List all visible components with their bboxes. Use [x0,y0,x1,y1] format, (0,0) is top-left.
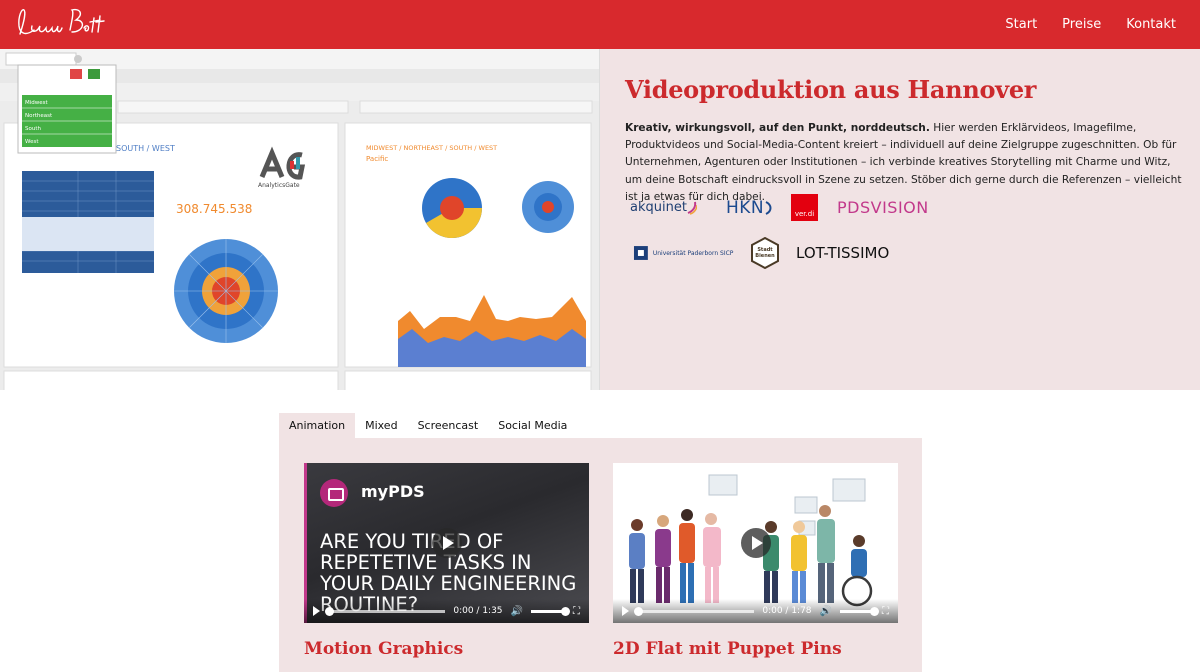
client-logos-row-2: Universität Paderborn SICP Stadt Bienen … [625,237,985,269]
client-logo-stadt-bienen: Stadt Bienen [750,237,780,269]
tab-panel-animation: myPDS ARE YOU TIRED OF REPETETIVE TASKS … [279,438,922,672]
volume-slider[interactable] [840,606,879,616]
client-akquinet-text: akquinet [630,200,687,215]
hkn-wave-icon [765,200,772,215]
video-title: 2D Flat mit Puppet Pins [613,639,842,659]
play-overlay-button[interactable] [740,528,771,558]
nav-preise[interactable]: Preise [1062,17,1101,32]
client-logo-hkn: HKN [726,198,780,218]
video-player[interactable]: myPDS ARE YOU TIRED OF REPETETIVE TASKS … [304,463,589,623]
client-logo-paderborn: Universität Paderborn SICP [632,244,742,262]
mypds-icon [320,479,348,507]
tab-mixed[interactable]: Mixed [355,413,407,438]
category-tabs: Animation Mixed Screencast Social Media [279,413,577,438]
tab-social-media[interactable]: Social Media [488,413,577,438]
hero-title: Videoproduktion aus Hannover [625,75,1037,104]
hero-screenshot-image: Midwest Northeast South West SOUTH / WES… [0,49,600,390]
filter-item[interactable]: West [25,136,52,149]
play-icon[interactable] [622,606,629,616]
client-stadt-bienen-text: Stadt Bienen [755,247,775,259]
fullscreen-icon[interactable]: ⛶ [882,606,889,617]
client-logos-row-1: akquinet HKN ver.di PDSVISION [625,194,985,221]
main-nav: Start Preise Kontakt [1005,0,1176,49]
site-header: Start Preise Kontakt [0,0,1200,49]
seek-knob[interactable] [325,606,334,616]
video-title: Motion Graphics [304,639,464,659]
client-pdsvision-text: PDSVISION [837,197,929,217]
client-hkn-text: HKN [726,197,765,218]
seek-knob[interactable] [634,606,643,616]
client-paderborn-text: Universität Paderborn SICP [652,249,734,257]
client-lot-tissimo-text: LOT-TISSIMO [796,243,890,262]
nav-kontakt[interactable]: Kontakt [1126,17,1176,32]
tab-animation[interactable]: Animation [279,413,356,438]
client-verdi-text: ver.di [794,210,815,218]
volume-slider[interactable] [531,606,570,616]
volume-knob[interactable] [561,606,570,616]
hero-section: Midwest Northeast South West SOUTH / WES… [0,49,1200,390]
panel-heading-left: SOUTH / WEST [116,144,175,153]
client-logo-akquinet: akquinet [630,200,708,215]
tab-screencast[interactable]: Screencast [408,413,489,438]
volume-knob[interactable] [870,606,879,616]
video-time: 0:00 / 1:35 [453,606,503,616]
video-card: 0:00 / 1:78 🔊 ⛶ 2D Flat mit Puppet Pins [613,463,898,659]
seek-bar[interactable] [325,606,446,616]
video-time: 0:00 / 1:78 [762,606,812,616]
fullscreen-icon[interactable]: ⛶ [573,606,580,617]
filter-item[interactable]: Midwest [25,97,52,110]
play-icon[interactable] [313,606,320,616]
hero-lead: Kreativ, wirkungsvoll, auf den Punkt, no… [625,122,930,134]
big-number: 308.745.538 [176,202,253,216]
hero-body-text: Hier werden Erklärvideos, Imagefilme, Pr… [625,122,1182,203]
video-brand: myPDS [361,482,425,501]
nav-start[interactable]: Start [1005,17,1037,32]
seek-bar[interactable] [634,606,755,616]
play-overlay-button[interactable] [431,528,462,558]
panel-sub-right: Pacific [366,155,389,163]
paderborn-crest-icon [633,246,648,260]
video-player[interactable]: 0:00 / 1:78 🔊 ⛶ [613,463,898,623]
client-logo-verdi: ver.di [791,194,818,221]
hero-text: Videoproduktion aus Hannover Kreativ, wi… [625,75,1185,206]
client-logo-lot-tissimo: LOT-TISSIMO [796,244,889,263]
analyticsgate-label: AnalyticsGate [258,182,300,189]
video-controls: 0:00 / 1:35 🔊 ⛶ [304,599,589,623]
video-controls: 0:00 / 1:78 🔊 ⛶ [613,599,898,623]
logo-signature[interactable] [14,4,106,44]
filter-item[interactable]: South [25,123,52,136]
panel-heading-right: MIDWEST / NORTHEAST / SOUTH / WEST [366,144,498,152]
volume-icon[interactable]: 🔊 [820,606,832,617]
filter-list: Midwest Northeast South West [25,97,52,149]
video-card: myPDS ARE YOU TIRED OF REPETETIVE TASKS … [304,463,589,659]
filter-item[interactable]: Northeast [25,110,52,123]
volume-icon[interactable]: 🔊 [511,606,523,617]
akquinet-swirl-icon [687,201,697,215]
client-logo-pdsvision: PDSVISION [837,198,929,218]
